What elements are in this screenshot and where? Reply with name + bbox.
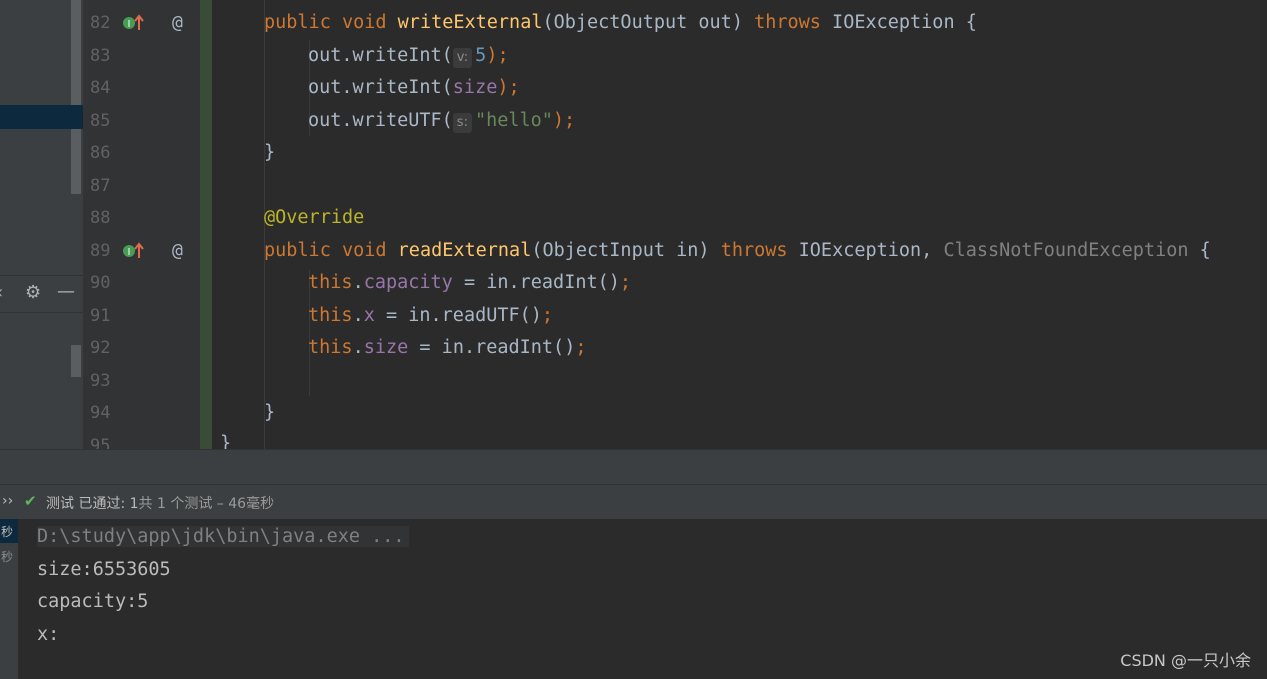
watermark: CSDN @一只小余 bbox=[1120, 651, 1251, 670]
implements-method-icon[interactable]: I bbox=[122, 13, 146, 33]
code-editor[interactable]: public void writeExternal(ObjectOutput o… bbox=[212, 0, 1267, 449]
line-number: 92 bbox=[90, 338, 111, 358]
test-duration-label[interactable]: 秒 bbox=[1, 549, 17, 565]
console-command-line: D:\study\app\jdk\bin\java.exe ... bbox=[37, 526, 409, 548]
check-icon: ✔ bbox=[24, 492, 37, 510]
tool-window-toolbar: ‹ ⚙ — bbox=[0, 275, 83, 313]
override-at-icon[interactable]: @ bbox=[172, 13, 183, 33]
test-tree-strip: 秒 秒 bbox=[0, 519, 18, 679]
line-number: 88 bbox=[90, 208, 111, 228]
code-line: public void readExternal(ObjectInput in)… bbox=[264, 240, 1211, 261]
line-number: 86 bbox=[90, 143, 111, 163]
code-line: out.writeInt(v: 5); bbox=[308, 45, 509, 68]
console-line: x: bbox=[37, 624, 60, 645]
code-line: } bbox=[220, 433, 232, 450]
console-output[interactable]: D:\study\app\jdk\bin\java.exe ... size:6… bbox=[18, 519, 1267, 679]
line-number: 95 bbox=[90, 436, 111, 449]
line-number: 87 bbox=[90, 176, 111, 196]
parameter-hint: s: bbox=[452, 113, 472, 133]
line-number: 94 bbox=[90, 403, 111, 423]
code-line: } bbox=[264, 402, 276, 423]
gear-icon[interactable]: ⚙ bbox=[25, 284, 41, 302]
code-line: @Override bbox=[264, 207, 365, 228]
expand-arrow-icon[interactable]: ‹ bbox=[0, 284, 3, 302]
line-number: 93 bbox=[90, 371, 111, 391]
override-at-icon[interactable]: @ bbox=[172, 241, 183, 261]
test-results-bar: ›› ✔ 测试 已通过: 1共 1 个测试 – 46毫秒 bbox=[0, 484, 1267, 520]
code-line: public void writeExternal(ObjectOutput o… bbox=[264, 12, 977, 33]
test-duration-label[interactable]: 秒 bbox=[1, 524, 17, 540]
code-line: this.capacity = in.readInt(); bbox=[308, 272, 632, 293]
project-scrollbar-thumb[interactable] bbox=[71, 0, 81, 194]
line-number: 84 bbox=[90, 78, 111, 98]
run-tool-window-header bbox=[0, 449, 1267, 485]
vcs-change-marker[interactable] bbox=[200, 0, 212, 449]
line-number: 91 bbox=[90, 306, 111, 326]
project-tool-window: ‹ ⚙ — bbox=[0, 0, 83, 449]
console-line: capacity:5 bbox=[37, 591, 149, 612]
line-number: 90 bbox=[90, 273, 111, 293]
selected-tree-item[interactable] bbox=[0, 105, 83, 129]
svg-text:I: I bbox=[128, 19, 131, 30]
svg-text:I: I bbox=[128, 247, 131, 258]
code-line: out.writeInt(size); bbox=[308, 77, 520, 98]
structure-scrollbar-thumb[interactable] bbox=[71, 345, 81, 377]
code-line: this.x = in.readUTF(); bbox=[308, 305, 554, 326]
line-number: 85 bbox=[90, 111, 111, 131]
code-line: out.writeUTF(s: "hello"); bbox=[308, 110, 576, 133]
collapse-chevron-icon[interactable]: ›› bbox=[2, 493, 13, 509]
code-line: this.size = in.readInt(); bbox=[308, 337, 587, 358]
test-status: 测试 已通过: 1共 1 个测试 – 46毫秒 bbox=[46, 496, 275, 512]
implements-method-icon[interactable]: I bbox=[122, 241, 146, 261]
minimize-icon[interactable]: — bbox=[57, 283, 75, 301]
console-line: size:6553605 bbox=[37, 559, 171, 580]
code-line: } bbox=[264, 142, 276, 163]
parameter-hint: v: bbox=[452, 48, 473, 68]
line-number: 83 bbox=[90, 46, 111, 66]
